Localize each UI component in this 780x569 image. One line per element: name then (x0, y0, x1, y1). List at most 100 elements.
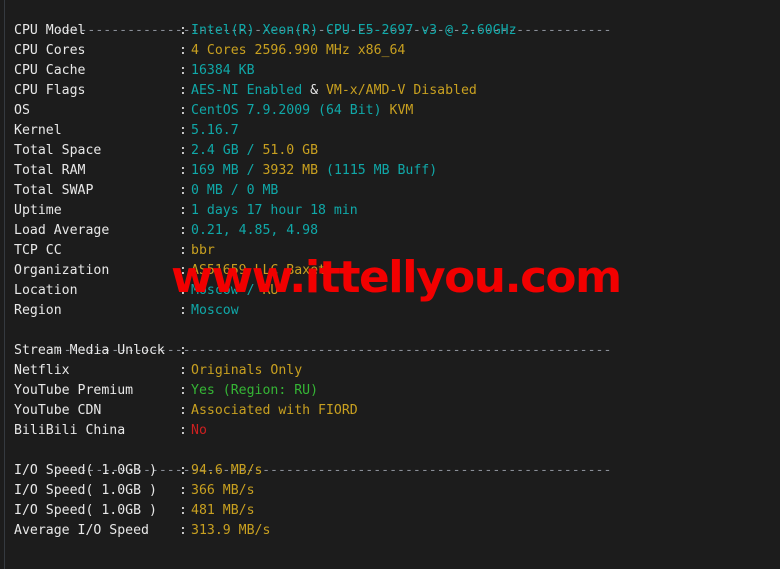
row-value: 51.0 GB (262, 143, 319, 158)
row-label: BiliBili China (14, 423, 126, 438)
row-colon: : (179, 83, 187, 98)
row-value: / (246, 163, 263, 178)
system-info-row: Total RAM:169 MB / 3932 MB (1115 MB Buff… (0, 161, 780, 181)
row-label: CPU Flags (14, 83, 86, 98)
row-colon: : (179, 463, 187, 478)
separator-line: ----------------------------------------… (0, 1, 780, 38)
system-info-row: Location: Moscow / RU (0, 281, 780, 301)
row-value: 3932 MB (262, 163, 326, 178)
row-colon: : (179, 343, 187, 358)
row-colon: : (179, 483, 187, 498)
row-value: 481 MB/s (191, 503, 255, 518)
row-value: & (302, 83, 326, 98)
row-value: No (191, 423, 207, 438)
row-value: 0 MB / 0 MB (191, 183, 279, 198)
row-value: 5.16.7 (191, 123, 239, 138)
stream-media-section: Stream Media Unlock: Netflix: Originals On… (0, 341, 780, 441)
row-value: 0.21, 4.85, 4.98 (191, 223, 319, 238)
row-label: OS (14, 103, 30, 118)
row-value: Yes (Region: RU) (191, 383, 319, 398)
system-info-row: CPU Cache:16384 KB (0, 61, 780, 81)
row-value: 1 days 17 hour 18 min (191, 203, 358, 218)
row-value: AS51659 LLC Baxet (191, 263, 326, 278)
system-info-section: CPU Model: Intel(R) Xeon(R) CPU E5-2697 v… (0, 21, 780, 321)
row-value: Originals Only (191, 363, 303, 378)
system-info-row: CPU Cores:4 Cores 2596.990 MHz x86_64 (0, 41, 780, 61)
row-colon: : (179, 203, 187, 218)
system-info-row: TCP CC: bbr (0, 241, 780, 261)
row-colon: : (179, 383, 187, 398)
row-colon: : (179, 263, 187, 278)
row-value: 169 MB (191, 163, 247, 178)
row-label: Kernel (14, 123, 62, 138)
stream-media-row: Stream Media Unlock: (0, 341, 780, 361)
row-colon: : (179, 143, 187, 158)
row-label: I/O Speed( 1.0GB ) (14, 483, 157, 498)
row-label: Organization (14, 263, 110, 278)
stream-media-row: BiliBili China: No (0, 421, 780, 441)
row-colon: : (179, 403, 187, 418)
row-value: VM-x/AMD-V Disabled (325, 83, 477, 98)
row-colon: : (179, 503, 187, 518)
row-label: CPU Cache (14, 63, 86, 78)
row-colon: : (179, 363, 187, 378)
row-colon: : (179, 63, 187, 78)
stream-media-row: YouTube CDN: Associated with FIORD (0, 401, 780, 421)
row-value: 366 MB/s (191, 483, 255, 498)
io-speed-section: I/O Speed( 1.0GB ):94.6 MB/s I/O Speed( 1… (0, 461, 780, 541)
row-value: / (246, 283, 263, 298)
row-colon: : (179, 103, 187, 118)
row-value: Moscow (191, 303, 239, 318)
terminal-content: ----------------------------------------… (0, 0, 780, 569)
row-value: (1115 MB Buff) (326, 163, 438, 178)
system-info-row: Organization: AS51659 LLC Baxet (0, 261, 780, 281)
row-value: Associated with FIORD (191, 403, 358, 418)
row-colon: : (179, 223, 187, 238)
stream-media-row: YouTube Premium: Yes (Region: RU) (0, 381, 780, 401)
row-label: Total Space (14, 143, 102, 158)
row-label: I/O Speed( 1.0GB ) (14, 463, 157, 478)
separator-line: ----------------------------------------… (0, 321, 780, 358)
row-value: 94.6 MB/s (191, 463, 263, 478)
row-label: YouTube Premium (14, 383, 134, 398)
row-label: Average I/O Speed (14, 523, 149, 538)
row-label: CPU Model (14, 23, 86, 38)
geekbench-heading-row: Geekbench v5 CPU Benchmark: (0, 561, 780, 569)
system-info-row: CPU Model: Intel(R) Xeon(R) CPU E5-2697 v… (0, 21, 780, 41)
terminal-window: ----------------------------------------… (0, 0, 780, 569)
separator-line: ----------------------------------------… (0, 541, 780, 569)
io-speed-row: I/O Speed( 1.0GB ):94.6 MB/s (0, 461, 780, 481)
row-value: / (246, 143, 263, 158)
system-info-row: Kernel:5.16.7 (0, 121, 780, 141)
row-value: AES-NI Enabled (191, 83, 303, 98)
row-colon: : (179, 523, 187, 538)
row-value: 313.9 MB/s (191, 523, 271, 538)
row-value: 4 Cores 2596.990 MHz x86_64 (191, 43, 406, 58)
io-speed-row: I/O Speed( 1.0GB ):366 MB/s (0, 481, 780, 501)
row-colon: : (179, 43, 187, 58)
io-speed-row: Average I/O Speed:313.9 MB/s (0, 521, 780, 541)
system-info-row: Total SWAP:0 MB / 0 MB (0, 181, 780, 201)
row-label: Location (14, 283, 78, 298)
system-info-row: Uptime:1 days 17 hour 18 min (0, 201, 780, 221)
row-label: Netflix (14, 363, 70, 378)
separator-line: ----------------------------------------… (0, 441, 780, 478)
row-colon: : (179, 283, 187, 298)
row-label: Region (14, 303, 62, 318)
row-label: Stream Media Unlock (14, 343, 165, 358)
row-value: CentOS 7.9.2009 (64 Bit) (191, 103, 390, 118)
system-info-row: Total Space:2.4 GB / 51.0 GB (0, 141, 780, 161)
row-label: TCP CC (14, 243, 62, 258)
row-label: YouTube CDN (14, 403, 102, 418)
row-label: Load Average (14, 223, 110, 238)
row-value: bbr (191, 243, 215, 258)
row-colon: : (179, 163, 187, 178)
row-value: Moscow (191, 283, 247, 298)
row-label: Uptime (14, 203, 62, 218)
io-speed-row: I/O Speed( 1.0GB ):481 MB/s (0, 501, 780, 521)
row-value: RU (262, 283, 279, 298)
row-colon: : (179, 123, 187, 138)
system-info-row: Load Average:0.21, 4.85, 4.98 (0, 221, 780, 241)
row-label: Total RAM (14, 163, 86, 178)
stream-media-row: Netflix: Originals Only (0, 361, 780, 381)
